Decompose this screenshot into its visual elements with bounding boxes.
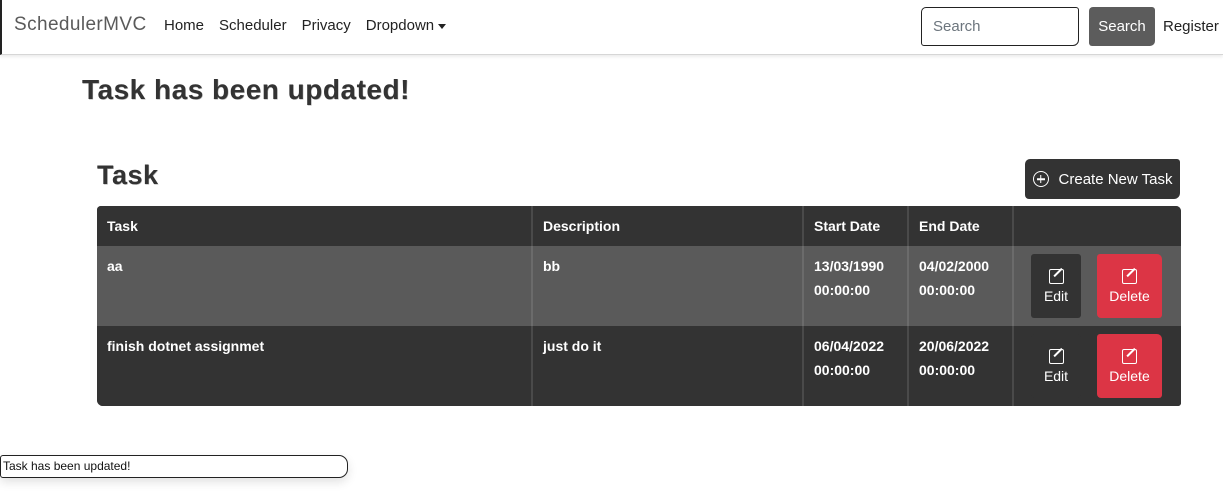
- create-new-task-button[interactable]: Create New Task: [1025, 159, 1180, 199]
- column-header-start-date: Start Date: [804, 206, 909, 246]
- update-message: Task has been updated!: [82, 74, 410, 105]
- start-time-value: 00:00:00: [814, 282, 871, 298]
- cell-task: aa: [97, 246, 533, 326]
- edit-label: Edit: [1043, 367, 1069, 384]
- column-header-end-date: End Date: [909, 206, 1014, 246]
- navbar: SchedulerMVC Home Scheduler Privacy Drop…: [0, 0, 1223, 55]
- delete-label: Delete: [1109, 367, 1150, 384]
- plus-circle-icon: [1032, 171, 1049, 187]
- section-title: Task: [97, 160, 159, 190]
- cell-start-date: 13/03/1990 00:00:00: [804, 246, 909, 326]
- nav-link-privacy[interactable]: Privacy: [302, 17, 351, 34]
- end-date-value: 04/02/2000: [919, 258, 990, 274]
- nav-dropdown-label: Dropdown: [365, 17, 435, 34]
- nav-links: Home Scheduler Privacy Dropdown: [164, 17, 447, 34]
- cell-task: finish dotnet assignmet: [97, 326, 533, 406]
- delete-button[interactable]: Delete: [1097, 254, 1162, 318]
- toast-notification: Task has been updated!: [0, 455, 348, 478]
- end-time-value: 00:00:00: [919, 362, 976, 378]
- pencil-square-icon: [1048, 268, 1064, 284]
- caret-down-icon: [438, 23, 447, 29]
- pencil-square-icon: [1122, 268, 1137, 284]
- edit-button[interactable]: Edit: [1031, 254, 1081, 318]
- cell-start-date: 06/04/2022 00:00:00: [804, 326, 909, 406]
- start-date-value: 13/03/1990: [814, 258, 885, 274]
- column-header-description: Description: [533, 206, 804, 246]
- search-button[interactable]: Search: [1089, 7, 1155, 46]
- nav-link-scheduler[interactable]: Scheduler: [219, 17, 287, 34]
- end-time-value: 00:00:00: [919, 282, 976, 298]
- create-new-task-label: Create New Task: [1058, 170, 1173, 188]
- start-time-value: 00:00:00: [814, 362, 871, 378]
- search-input[interactable]: [921, 7, 1079, 46]
- cell-actions: Edit Delete: [1014, 326, 1181, 406]
- edit-button[interactable]: Edit: [1031, 334, 1081, 398]
- edit-label: Edit: [1043, 287, 1069, 304]
- column-header-actions: [1014, 206, 1181, 246]
- pencil-square-icon: [1122, 348, 1137, 364]
- cell-end-date: 04/02/2000 00:00:00: [909, 246, 1014, 326]
- nav-dropdown-toggle[interactable]: Dropdown: [365, 17, 447, 34]
- delete-label: Delete: [1109, 287, 1150, 304]
- delete-button[interactable]: Delete: [1097, 334, 1162, 398]
- start-date-value: 06/04/2022: [814, 338, 885, 354]
- cell-end-date: 20/06/2022 00:00:00: [909, 326, 1014, 406]
- brand-link[interactable]: SchedulerMVC: [14, 14, 147, 36]
- table-row: aa bb 13/03/1990 00:00:00 04/02/2000 00:…: [97, 246, 1181, 326]
- register-link[interactable]: Register: [1163, 18, 1219, 35]
- cell-description: bb: [533, 246, 804, 326]
- pencil-square-icon: [1048, 348, 1064, 364]
- cell-description: just do it: [533, 326, 804, 406]
- end-date-value: 20/06/2022: [919, 338, 990, 354]
- table-header-row: Task Description Start Date End Date: [97, 206, 1181, 246]
- task-table: Task Description Start Date End Date aa …: [97, 206, 1181, 406]
- table-row: finish dotnet assignmet just do it 06/04…: [97, 326, 1181, 406]
- cell-actions: Edit Delete: [1014, 246, 1181, 326]
- column-header-task: Task: [97, 206, 533, 246]
- nav-link-home[interactable]: Home: [164, 17, 204, 34]
